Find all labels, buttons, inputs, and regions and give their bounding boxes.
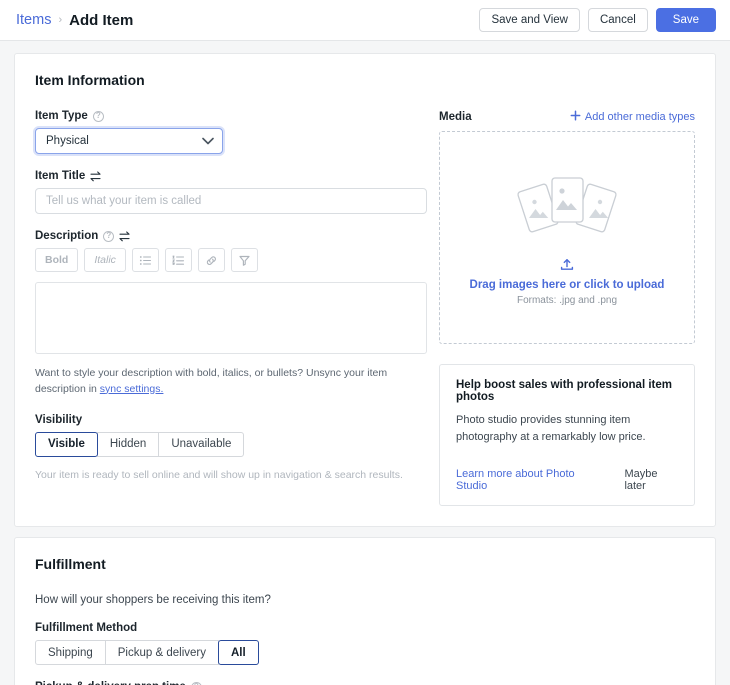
breadcrumb-items-link[interactable]: Items	[16, 12, 51, 28]
dropzone-formats-text: Formats: .jpg and .png	[516, 295, 618, 306]
visibility-note: Your item is ready to sell online and wi…	[35, 468, 403, 481]
rich-text-toolbar: Bold Italic	[35, 248, 427, 272]
media-dropzone[interactable]: Drag images here or click to upload Form…	[439, 131, 695, 344]
bold-button[interactable]: Bold	[35, 248, 79, 272]
item-type-field: Item Type ? Physical	[35, 110, 427, 154]
item-type-value: Physical	[46, 135, 89, 147]
item-information-heading: Item Information	[35, 72, 145, 88]
sync-icon[interactable]	[119, 230, 131, 242]
prep-time-field: Pickup & delivery prep time ? Use locati…	[35, 681, 695, 685]
visibility-option-hidden[interactable]: Hidden	[96, 431, 160, 457]
visibility-label: Visibility	[35, 413, 83, 426]
description-label-row: Description ?	[35, 230, 427, 242]
plus-icon	[570, 110, 581, 124]
cancel-button[interactable]: Cancel	[587, 8, 648, 32]
promo-body: Photo studio provides stunning item phot…	[456, 414, 646, 444]
promo-title: Help boost sales with professional item …	[456, 379, 672, 403]
media-label: Media	[439, 111, 472, 123]
page-content: Item Information Item Type ? Physical It…	[0, 41, 730, 685]
bulleted-list-icon[interactable]	[131, 248, 159, 272]
maybe-later-button[interactable]: Maybe later	[624, 468, 678, 492]
italic-button[interactable]: Italic	[84, 248, 126, 272]
item-title-input[interactable]	[35, 188, 427, 214]
item-type-label-row: Item Type ?	[35, 110, 427, 122]
clear-formatting-icon[interactable]	[230, 248, 258, 272]
photo-studio-promo-card: Help boost sales with professional item …	[439, 364, 695, 507]
save-button[interactable]: Save	[655, 8, 716, 32]
fulfillment-method-field: Fulfillment Method Shipping Pickup & del…	[35, 622, 695, 666]
fulfillment-method-label: Fulfillment Method	[35, 622, 138, 635]
item-title-label-row: Item Title	[35, 170, 427, 182]
chevron-down-icon	[202, 137, 214, 145]
help-icon[interactable]: ?	[92, 110, 104, 122]
sync-icon[interactable]	[90, 170, 102, 182]
item-information-card: Item Information Item Type ? Physical It…	[14, 53, 716, 528]
item-title-label: Item Title	[35, 170, 86, 182]
breadcrumb: Items › Add Item	[16, 12, 133, 29]
save-and-view-button[interactable]: Save and View	[479, 8, 580, 32]
fulfillment-option-pickup-delivery[interactable]: Pickup & delivery	[104, 640, 219, 666]
add-other-media-types-link[interactable]: Add other media types	[570, 110, 695, 124]
prep-time-label-row: Pickup & delivery prep time ?	[35, 681, 695, 685]
help-icon[interactable]: ?	[190, 681, 202, 685]
media-column: Media Add other media types Drag images …	[439, 110, 695, 507]
description-hint-text: Want to style your description with bold…	[35, 367, 388, 395]
visibility-segmented-control: Visible Hidden Unavailable	[35, 431, 245, 457]
item-type-select[interactable]: Physical	[35, 128, 223, 154]
link-icon[interactable]	[197, 248, 225, 272]
fulfillment-question: How will your shoppers be receiving this…	[35, 594, 271, 607]
numbered-list-icon[interactable]	[164, 248, 192, 272]
description-hint: Want to style your description with bold…	[35, 366, 405, 398]
upload-icon	[560, 258, 574, 276]
promo-actions: Learn more about Photo Studio Maybe late…	[456, 468, 678, 492]
prep-time-label: Pickup & delivery prep time	[35, 681, 186, 685]
item-information-fields: Item Type ? Physical Item Title Tell us …	[35, 110, 427, 506]
visibility-option-unavailable[interactable]: Unavailable	[158, 431, 245, 457]
top-bar-actions: Save and View Cancel Save	[479, 8, 716, 32]
visibility-field: Visibility Visible Hidden Unavailable Yo…	[35, 414, 427, 481]
description-field: Description ? Bold Italic Want to style …	[35, 230, 427, 398]
sync-settings-link[interactable]: sync settings.	[100, 383, 164, 395]
image-cards-illustration	[515, 169, 619, 246]
description-textarea[interactable]	[35, 282, 427, 354]
help-icon[interactable]: ?	[103, 230, 115, 242]
fulfillment-method-segmented-control: Shipping Pickup & delivery All	[35, 640, 259, 666]
dropzone-main-text: Drag images here or click to upload	[469, 279, 665, 291]
add-other-media-types-label: Add other media types	[584, 111, 695, 123]
fulfillment-heading: Fulfillment	[35, 556, 106, 573]
fulfillment-option-all[interactable]: All	[217, 640, 259, 666]
visibility-option-visible[interactable]: Visible	[35, 431, 98, 457]
description-label: Description	[35, 230, 99, 242]
fulfillment-card: Fulfillment How will your shoppers be re…	[14, 537, 716, 685]
fulfillment-option-shipping[interactable]: Shipping	[35, 640, 106, 666]
media-header: Media Add other media types	[439, 110, 695, 124]
top-bar: Items › Add Item Save and View Cancel Sa…	[0, 0, 730, 41]
item-title-field: Item Title	[35, 170, 427, 214]
page-title: Add Item	[69, 11, 134, 29]
item-type-label: Item Type	[35, 110, 88, 122]
chevron-right-icon: ›	[58, 13, 63, 26]
learn-more-link[interactable]: Learn more about Photo Studio	[456, 468, 598, 492]
